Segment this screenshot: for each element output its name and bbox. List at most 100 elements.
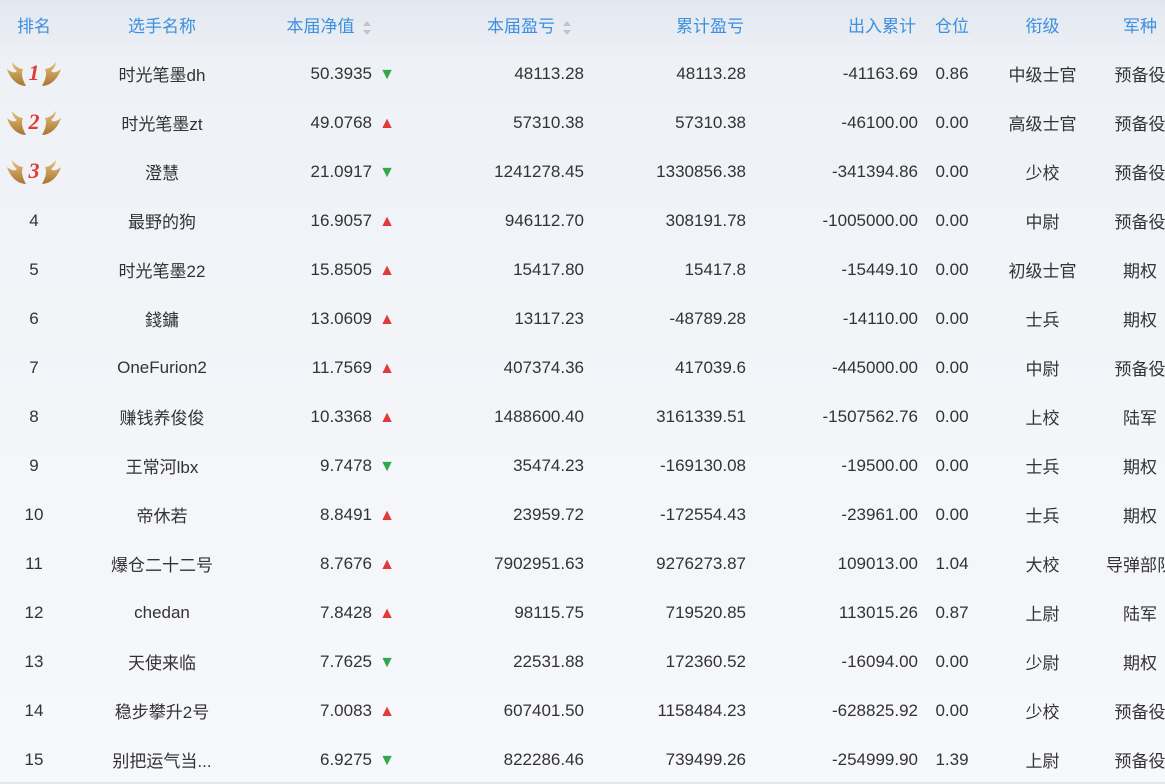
cumulative-pl-cell: 308191.78 [665,210,746,230]
arm-cell: 预备役 [1114,703,1165,722]
nav-cell: 21.0917 ▼ [256,147,402,196]
table-row[interactable]: 3 澄慧 21.0917 ▼ 1241278.45 1330856.38 -341394.8… [0,147,1165,196]
table-row[interactable]: 6 錢鏞 13.0609 ▲ 13117.23 -48789.28 -14110.00 0.0… [0,294,1165,343]
table-row[interactable]: 11 爆仓二十二号 8.7676 ▲ 7902951.63 9276273.87 10901… [0,539,1165,588]
rank-cell: 10 [24,504,44,524]
header-current-pl[interactable]: 本届盈亏 [402,0,584,49]
table-row[interactable]: 15 别把运气当... 6.9275 ▼ 822286.46 739499.26 -2549… [0,735,1165,784]
sort-icon[interactable] [362,20,372,35]
player-name[interactable]: 赚钱养俊俊 [68,392,256,441]
current-pl-cell: 15417.80 [513,259,584,279]
nav-cell: 15.8505 ▲ [256,245,402,294]
player-name[interactable]: 澄慧 [68,147,256,196]
player-name[interactable]: 天使来临 [68,637,256,686]
nav-value: 13.0609 [310,308,372,328]
nav-value: 7.8428 [320,602,372,622]
nav-value: 7.0083 [320,700,372,720]
arrow-down-icon: ▼ [379,751,395,769]
table-row[interactable]: 13 天使来临 7.7625 ▼ 22531.88 172360.52 -16094.00 0… [0,637,1165,686]
table-header-row: 排名 选手名称 本届净值 本届盈亏 累计盈亏 出入累计 仓位 衔级 军种 [0,0,1165,49]
player-name[interactable]: 最野的狗 [68,196,256,245]
player-name[interactable]: 时光笔墨22 [68,245,256,294]
nav-value: 6.9275 [320,749,372,769]
grade-cell: 士兵 [1025,507,1060,526]
header-grade[interactable]: 衔级 [986,0,1099,49]
table-row[interactable]: 1 时光笔墨dh 50.3935 ▼ 48113.28 48113.28 -41163.69… [0,49,1165,98]
header-nav[interactable]: 本届净值 [256,0,402,49]
table-row[interactable]: 12 chedan 7.8428 ▲ 98115.75 719520.85 113015.2… [0,588,1165,637]
position-cell: 0.00 [935,210,969,230]
player-name[interactable]: 錢鏞 [68,294,256,343]
arm-cell: 陆军 [1123,409,1157,428]
cumulative-pl-cell: 719520.85 [665,602,746,622]
flow-cell: -254999.90 [831,749,918,769]
nav-value: 15.8505 [310,259,372,279]
header-name[interactable]: 选手名称 [68,0,256,49]
table-row[interactable]: 10 帝休若 8.8491 ▲ 23959.72 -172554.43 -23961.00 0… [0,490,1165,539]
table-row[interactable]: 8 赚钱养俊俊 10.3368 ▲ 1488600.40 3161339.51 -15075… [0,392,1165,441]
rank-cell: 8 [29,406,39,426]
rank-cell: 4 [29,210,39,230]
table-row[interactable]: 5 时光笔墨22 15.8505 ▲ 15417.80 15417.8 -15449.10 0… [0,245,1165,294]
header-cumulative-pl[interactable]: 累计盈亏 [584,0,746,49]
player-name[interactable]: 别把运气当... [68,735,256,784]
nav-value: 11.7569 [311,357,372,377]
arrow-up-icon: ▲ [379,359,395,377]
rank-number: 1 [28,59,40,85]
cumulative-pl-cell: 1158484.23 [657,700,746,720]
player-name[interactable]: 爆仓二十二号 [68,539,256,588]
player-name[interactable]: OneFurion2 [68,343,256,392]
arrow-up-icon: ▲ [379,114,395,132]
player-name[interactable]: 稳步攀升2号 [68,686,256,735]
sort-icon[interactable] [563,20,572,35]
player-name[interactable]: 时光笔墨zt [68,98,256,147]
nav-cell: 8.8491 ▲ [256,490,402,539]
header-arm[interactable]: 军种 [1099,0,1165,49]
grade-cell: 中尉 [1025,213,1060,232]
cumulative-pl-cell: 9276273.87 [656,553,746,573]
nav-cell: 7.0083 ▲ [256,686,402,735]
arrow-up-icon: ▲ [379,261,395,279]
header-flow[interactable]: 出入累计 [746,0,918,49]
grade-cell: 上校 [1025,409,1060,428]
medal-icon: 1 [6,59,62,89]
table-row[interactable]: 7 OneFurion2 11.7569 ▲ 407374.36 417039.6 -445… [0,343,1165,392]
player-name[interactable]: 王常河lbx [68,441,256,490]
position-cell: 0.00 [935,504,969,524]
position-cell: 1.04 [935,553,969,573]
header-rank[interactable]: 排名 [0,0,68,49]
nav-cell: 7.8428 ▲ [256,588,402,637]
arrow-down-icon: ▼ [379,653,395,671]
flow-cell: -1507562.76 [822,406,918,426]
flow-cell: -41163.69 [842,63,918,83]
nav-value: 8.7676 [320,553,372,573]
arm-cell: 期权 [1123,654,1157,673]
arrow-up-icon: ▲ [379,702,395,720]
grade-cell: 士兵 [1025,311,1060,330]
position-cell: 0.00 [935,357,969,377]
player-name[interactable]: 帝休若 [68,490,256,539]
grade-cell: 上尉 [1025,605,1060,624]
player-name[interactable]: chedan [68,588,256,637]
table-row[interactable]: 2 时光笔墨zt 49.0768 ▲ 57310.38 57310.38 -46100.00… [0,98,1165,147]
player-name[interactable]: 时光笔墨dh [68,49,256,98]
grade-cell: 初级士官 [1008,262,1077,281]
flow-cell: -445000.00 [831,357,918,377]
current-pl-cell: 35474.23 [513,455,584,475]
current-pl-cell: 48113.28 [514,63,584,83]
arrow-up-icon: ▲ [379,555,395,573]
grade-cell: 少尉 [1025,654,1060,673]
header-position[interactable]: 仓位 [918,0,986,49]
current-pl-cell: 1241278.45 [494,161,584,181]
nav-cell: 13.0609 ▲ [256,294,402,343]
table-row[interactable]: 4 最野的狗 16.9057 ▲ 946112.70 308191.78 -1005000.… [0,196,1165,245]
rank-cell: 13 [24,651,44,671]
table-row[interactable]: 9 王常河lbx 9.7478 ▼ 35474.23 -169130.08 -19500.0… [0,441,1165,490]
position-cell: 1.39 [935,749,969,769]
flow-cell: -16094.00 [841,651,918,671]
grade-cell: 少校 [1025,703,1060,722]
table-row[interactable]: 14 稳步攀升2号 7.0083 ▲ 607401.50 1158484.23 -62882… [0,686,1165,735]
flow-cell: -46100.00 [841,112,918,132]
position-cell: 0.87 [935,602,969,622]
arrow-down-icon: ▼ [379,65,395,83]
